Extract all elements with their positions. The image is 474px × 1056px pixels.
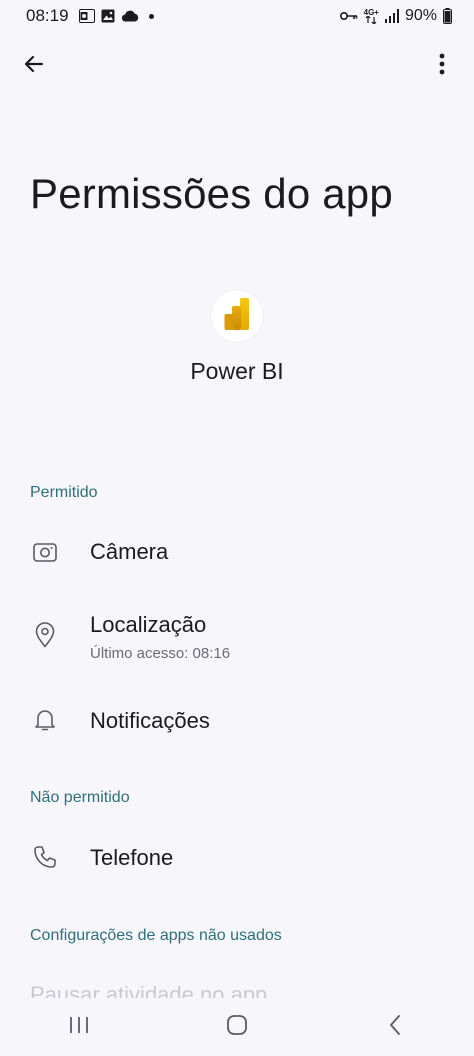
signal-icon	[384, 9, 399, 23]
location-icon	[32, 622, 58, 648]
back-button[interactable]	[14, 46, 54, 86]
section-header-unused-apps: Configurações de apps não usados	[30, 927, 282, 944]
arrow-left-icon	[22, 52, 46, 81]
section-header-not-allowed: Não permitido	[30, 789, 130, 806]
key-icon	[339, 11, 358, 21]
phone-icon	[32, 844, 58, 870]
dot-icon	[148, 13, 154, 19]
top-app-bar	[0, 40, 474, 92]
back-icon	[388, 1014, 402, 1041]
system-nav-bar	[0, 998, 474, 1056]
permission-phone[interactable]: Telefone	[0, 827, 474, 887]
battery-icon	[443, 8, 452, 24]
status-bar-left: 08:19	[26, 6, 154, 26]
permission-camera[interactable]: Câmera	[0, 522, 474, 582]
permission-location[interactable]: Localização Último acesso: 08:16	[0, 604, 474, 674]
network-icon: 4G+	[363, 7, 379, 24]
permission-label: Localização	[90, 612, 207, 637]
recents-icon	[69, 1016, 89, 1039]
status-time: 08:19	[26, 6, 69, 25]
network-label: 4G+	[363, 7, 379, 17]
gallery-icon	[101, 9, 115, 23]
more-vert-icon	[439, 53, 445, 80]
permission-label: Câmera	[90, 539, 169, 564]
status-bar: 08:19 4G+ 90%	[0, 0, 474, 32]
page-title: Permissões do app	[30, 170, 393, 217]
permission-notifications[interactable]: Notificações	[0, 690, 474, 750]
nav-back-button[interactable]	[365, 1005, 425, 1049]
status-bar-right: 4G+ 90%	[339, 7, 452, 25]
section-header-allowed: Permitido	[30, 484, 98, 501]
cloud-icon	[121, 10, 139, 22]
permission-label: Notificações	[90, 708, 210, 733]
camera-icon	[32, 539, 58, 565]
outlook-icon	[78, 9, 95, 23]
bell-icon	[32, 707, 58, 733]
app-name: Power BI	[190, 358, 284, 384]
power-bi-logo	[224, 297, 250, 335]
home-icon	[226, 1014, 248, 1041]
recents-button[interactable]	[49, 1005, 109, 1049]
battery-percent: 90%	[404, 7, 437, 24]
more-options-button[interactable]	[422, 46, 462, 86]
home-button[interactable]	[207, 1005, 267, 1049]
app-icon	[211, 290, 263, 342]
permission-subtitle: Último acesso: 08:16	[90, 645, 231, 662]
permission-label: Telefone	[90, 845, 174, 870]
